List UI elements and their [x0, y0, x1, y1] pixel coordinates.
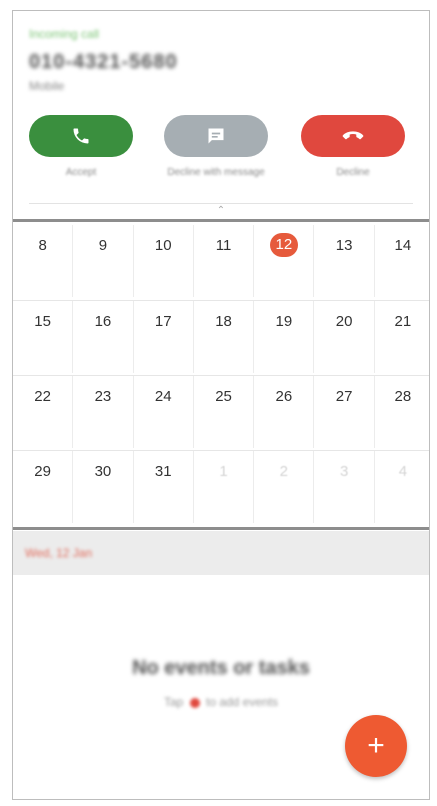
day-cell[interactable]: 26	[254, 376, 315, 448]
phone-icon	[73, 128, 89, 144]
day-number: 29	[34, 463, 51, 480]
day-cell[interactable]: 22	[13, 376, 74, 448]
today-badge: 12	[269, 233, 298, 257]
call-actions: Accept Decline with message Decline	[13, 115, 429, 195]
day-number: 3	[339, 463, 349, 480]
day-number: 20	[335, 313, 353, 330]
month-grid: 8 9 10 11 12 13 14 15 16 17 18 19 20 21 22 23 24 25 26 27 28…	[13, 225, 429, 527]
day-number: 24	[154, 388, 172, 405]
phone-screen: Incoming call 010-4321-5680 Mobile Accep…	[12, 10, 430, 800]
day-cell[interactable]: 12	[254, 225, 315, 297]
day-number: 21	[394, 313, 412, 330]
day-number: 28	[394, 388, 412, 405]
empty-state-title: No events or tasks	[132, 657, 310, 679]
message-icon	[208, 128, 224, 144]
call-status: Incoming call	[29, 27, 100, 41]
day-cell[interactable]: 3	[315, 451, 375, 523]
selected-date-label: Wed, 12 Jan	[25, 546, 93, 560]
caller-number: 010-4321-5680	[29, 51, 178, 73]
day-cell[interactable]: 1	[194, 451, 255, 523]
day-number: 31	[154, 463, 172, 480]
day-number: 17	[154, 313, 172, 330]
caller-type: Mobile	[29, 79, 65, 93]
decline-with-message-button[interactable]	[164, 115, 268, 157]
day-cell[interactable]: 13	[315, 225, 375, 297]
panel-divider	[13, 219, 429, 222]
add-icon: +	[367, 729, 385, 762]
day-cell[interactable]: 17	[134, 301, 194, 373]
add-event-button[interactable]: +	[345, 715, 407, 777]
day-number: 13	[335, 237, 353, 254]
day-number: 1	[219, 463, 228, 480]
day-number: 11	[215, 237, 232, 254]
day-cell[interactable]: 27	[315, 376, 375, 448]
day-number: 10	[154, 237, 172, 254]
hint-text-before: Tap	[163, 695, 184, 709]
day-cell[interactable]: 31	[134, 451, 194, 523]
incoming-call-card: Incoming call 010-4321-5680 Mobile Accep…	[13, 11, 429, 221]
day-cell[interactable]: 28	[375, 376, 429, 448]
day-cell[interactable]: 8	[13, 225, 74, 297]
day-cell[interactable]: 25	[194, 376, 255, 448]
week-row: 29 30 31 1 2 3 4	[13, 450, 429, 523]
day-number: 2	[279, 463, 288, 480]
empty-state-hint: Tap to add events	[13, 695, 429, 709]
day-number: 16	[94, 313, 112, 330]
message-label: Decline with message	[167, 167, 265, 178]
day-cell[interactable]: 15	[13, 301, 74, 373]
day-number: 8	[38, 237, 47, 254]
day-cell[interactable]: 19	[254, 301, 315, 373]
day-cell[interactable]: 24	[134, 376, 194, 448]
day-number: 30	[94, 463, 112, 480]
day-number: 26	[275, 388, 293, 405]
day-number: 18	[215, 313, 232, 330]
day-cell[interactable]: 16	[73, 301, 134, 373]
day-number: 15	[34, 313, 51, 330]
accept-label: Accept	[65, 167, 97, 178]
hang-up-icon	[342, 131, 364, 140]
day-cell[interactable]: 23	[73, 376, 134, 448]
day-cell[interactable]: 11	[194, 225, 255, 297]
week-row: 15 16 17 18 19 20 21	[13, 300, 429, 373]
day-number: 14	[394, 237, 412, 254]
day-cell[interactable]: 20	[315, 301, 375, 373]
day-cell[interactable]: 21	[375, 301, 429, 373]
day-number: 25	[215, 388, 232, 405]
day-cell[interactable]: 14	[375, 225, 429, 297]
day-cell[interactable]: 18	[194, 301, 255, 373]
day-number: 19	[275, 313, 293, 330]
week-row: 22 23 24 25 26 27 28	[13, 375, 429, 448]
day-cell[interactable]: 10	[134, 225, 194, 297]
hint-text-after: to add events	[205, 695, 279, 709]
selected-date-header: Wed, 12 Jan	[13, 531, 429, 575]
collapse-handle-icon[interactable]: ⌃	[217, 205, 225, 216]
day-number: 27	[335, 388, 353, 405]
day-cell[interactable]: 9	[73, 225, 134, 297]
panel-divider	[13, 527, 429, 530]
day-cell[interactable]: 29	[13, 451, 74, 523]
divider	[29, 203, 413, 204]
add-dot-icon	[189, 697, 200, 708]
day-number: 23	[94, 388, 112, 405]
day-number: 9	[98, 237, 108, 254]
decline-label: Decline	[336, 167, 370, 178]
decline-call-button[interactable]	[301, 115, 405, 157]
accept-call-button[interactable]	[29, 115, 133, 157]
day-number: 22	[34, 388, 51, 405]
day-cell[interactable]: 30	[73, 451, 134, 523]
day-cell[interactable]: 4	[375, 451, 429, 523]
day-cell[interactable]: 2	[254, 451, 315, 523]
day-number: 4	[398, 463, 408, 480]
week-row: 8 9 10 11 12 13 14	[13, 225, 429, 297]
